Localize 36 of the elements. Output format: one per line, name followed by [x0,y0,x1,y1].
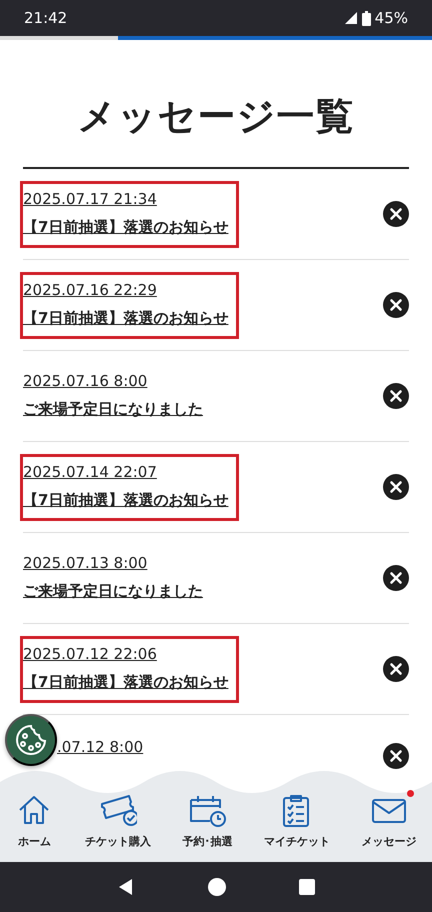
home-nav-icon[interactable] [208,878,226,896]
nav-tab[interactable]: 予約･抽選 [182,792,232,850]
message-subject[interactable]: 【7日前抽選】落選のお知らせ [23,307,228,330]
message-subject[interactable]: ご来場予定日になりました [23,580,203,602]
close-icon[interactable] [383,743,409,769]
cookie-icon [14,723,48,757]
nav-tab[interactable]: メッセージ [361,792,416,850]
message-date[interactable]: .07.12 8:00 [57,736,144,758]
recents-icon[interactable] [299,879,316,895]
battery-level: 45% [374,8,408,29]
message-subject[interactable]: ご来場予定日になりました [23,398,203,420]
message-date[interactable]: 2025.07.12 22:06 [23,642,228,665]
message-date[interactable]: 2025.07.16 8:00 [23,370,203,392]
close-icon[interactable] [383,656,409,682]
cookie-settings-button[interactable] [5,714,57,766]
battery-icon [362,10,371,26]
ticket-icon [99,792,138,828]
page-title: メッセージ一覧 [76,93,356,140]
close-icon[interactable] [383,292,409,318]
message-subject[interactable]: 【7日前抽選】落選のお知らせ [23,489,228,512]
message-date[interactable]: 2025.07.13 8:00 [23,552,203,574]
message-subject[interactable]: 【7日前抽選】落選のお知らせ [23,216,228,238]
close-icon[interactable] [383,474,409,500]
close-icon[interactable] [383,565,409,591]
message-date[interactable]: 2025.07.16 22:29 [23,278,228,301]
message-date[interactable]: 2025.07.14 22:07 [23,460,228,483]
message-subject[interactable]: 【7日前抽選】落選のお知らせ [23,671,228,694]
nav-tab[interactable]: チケット購入 [85,792,152,850]
signal-icon [344,11,358,25]
message-date[interactable]: 2025.07.17 21:34 [23,188,228,210]
nav-tab[interactable]: マイチケット [264,792,330,850]
nav-tab[interactable]: ホーム [16,792,54,850]
close-icon[interactable] [383,383,409,409]
back-icon[interactable] [116,878,135,896]
close-icon[interactable] [383,201,409,227]
status-time: 21:42 [24,8,68,29]
